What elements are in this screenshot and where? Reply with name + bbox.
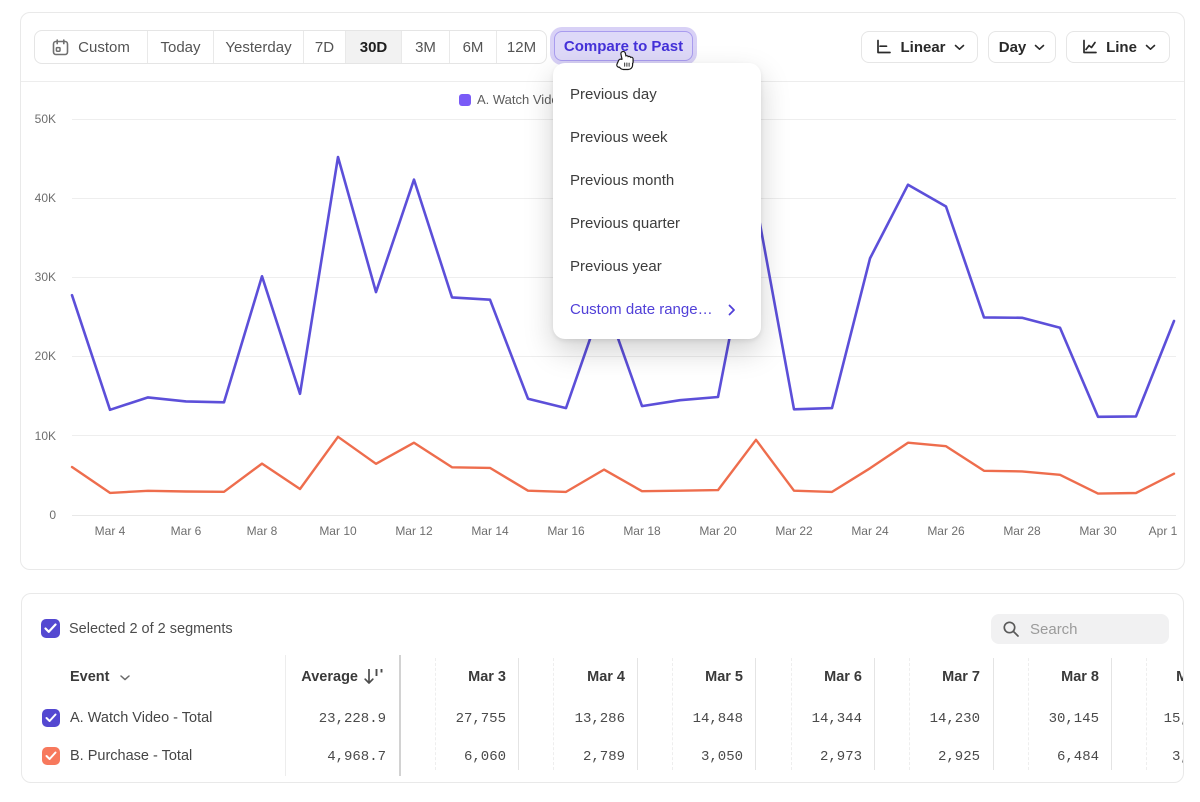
svg-text:20K: 20K: [35, 349, 56, 363]
svg-text:Mar 6: Mar 6: [171, 524, 202, 538]
svg-text:Mar 28: Mar 28: [1003, 524, 1041, 538]
svg-text:Mar 10: Mar 10: [319, 524, 357, 538]
svg-text:Mar 22: Mar 22: [775, 524, 813, 538]
svg-text:Mar 16: Mar 16: [547, 524, 585, 538]
svg-text:40K: 40K: [35, 191, 56, 205]
svg-text:Mar 8: Mar 8: [247, 524, 278, 538]
svg-text:Mar 14: Mar 14: [471, 524, 509, 538]
svg-text:Mar 26: Mar 26: [927, 524, 965, 538]
svg-text:Mar 30: Mar 30: [1079, 524, 1117, 538]
svg-text:Mar 12: Mar 12: [395, 524, 433, 538]
svg-text:Mar 24: Mar 24: [851, 524, 889, 538]
svg-text:Mar 20: Mar 20: [699, 524, 737, 538]
svg-text:50K: 50K: [35, 112, 56, 126]
svg-text:Mar 18: Mar 18: [623, 524, 661, 538]
svg-text:0: 0: [49, 508, 56, 522]
svg-text:Apr 1: Apr 1: [1149, 524, 1178, 538]
svg-text:10K: 10K: [35, 429, 56, 443]
svg-text:Mar 4: Mar 4: [95, 524, 126, 538]
svg-text:30K: 30K: [35, 270, 56, 284]
